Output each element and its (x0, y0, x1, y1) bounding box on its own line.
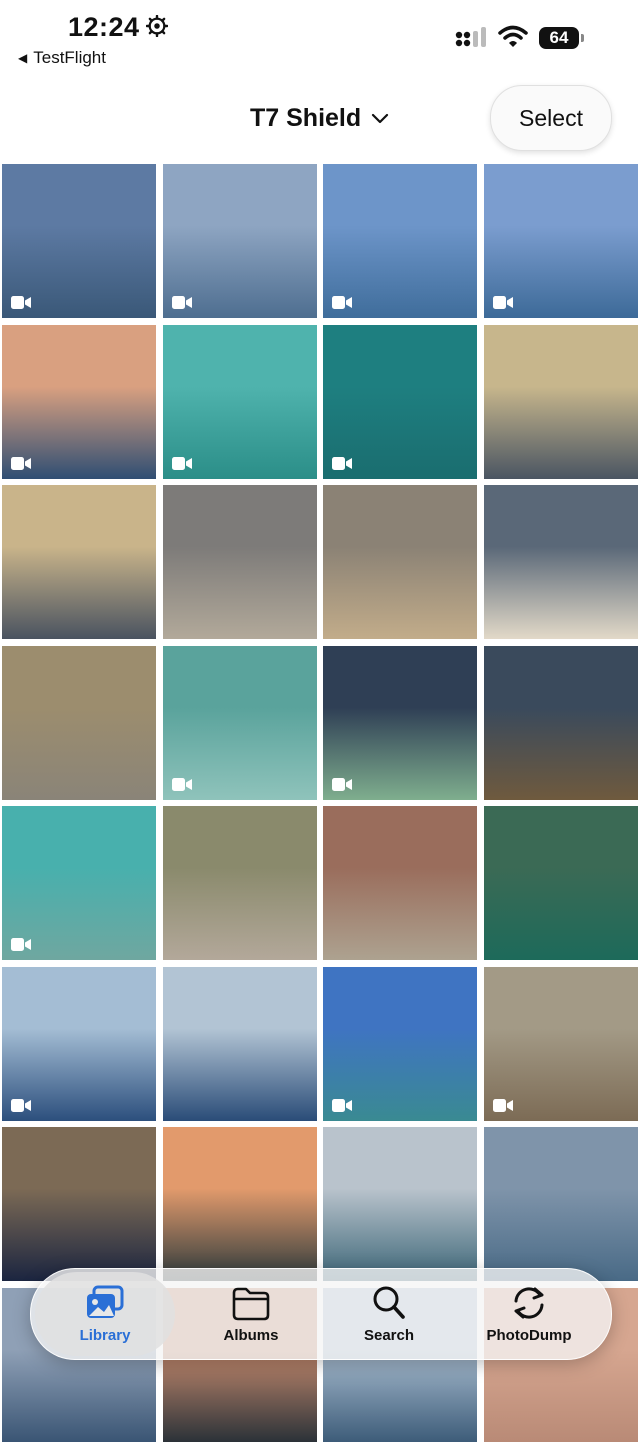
video-camera-icon (332, 1098, 352, 1112)
back-triangle-icon: ◀ (18, 51, 28, 65)
video-thumbnail[interactable] (162, 645, 317, 800)
tab-albums-label: Albums (223, 1327, 279, 1344)
tab-photodump[interactable]: PhotoDump (459, 1269, 599, 1359)
photo-thumbnail[interactable] (162, 806, 317, 960)
photo-thumbnail[interactable] (483, 1127, 638, 1281)
video-thumbnail[interactable] (2, 806, 156, 960)
photo-thumbnail[interactable] (323, 1127, 477, 1281)
battery-level: 64 (549, 28, 569, 47)
video-camera-icon (171, 456, 192, 470)
photo-thumbnail[interactable] (162, 1127, 317, 1281)
video-camera-icon (11, 1098, 31, 1112)
video-thumbnail[interactable] (323, 966, 477, 1121)
wifi-icon (498, 25, 528, 47)
photo-thumbnail[interactable] (2, 485, 156, 639)
tab-library[interactable]: Library (35, 1272, 175, 1356)
video-camera-icon (171, 296, 192, 309)
tab-search[interactable]: Search (319, 1269, 459, 1359)
photo-thumbnail[interactable] (483, 324, 638, 479)
photo-thumbnail[interactable] (323, 485, 477, 639)
video-camera-icon (11, 456, 31, 470)
clock: 12:24 (68, 12, 140, 42)
tab-photodump-label: PhotoDump (486, 1327, 572, 1344)
navigation-header: T7 Shield Select (0, 80, 640, 158)
sync-icon (514, 1287, 544, 1319)
chevron-down-icon (372, 113, 389, 124)
tab-search-label: Search (363, 1327, 415, 1344)
photo-library-icon (87, 1285, 124, 1318)
video-camera-icon (171, 777, 192, 791)
video-camera-icon (11, 938, 31, 951)
photo-thumbnail[interactable] (483, 485, 638, 639)
video-thumbnail[interactable] (323, 645, 477, 800)
video-camera-icon (332, 456, 352, 470)
folder-icon (232, 1287, 270, 1321)
search-icon (373, 1286, 405, 1319)
status-bar: 12:24 ◀ TestFlight 64 (0, 0, 640, 78)
tab-bar: Library Albums Search PhotoDump (30, 1268, 612, 1360)
battery-indicator: 64 (539, 27, 585, 49)
video-camera-icon (492, 1098, 513, 1112)
back-to-app-link[interactable]: ◀ TestFlight (18, 48, 106, 68)
page-title: T7 Shield (250, 103, 362, 132)
video-thumbnail[interactable] (162, 324, 317, 479)
video-thumbnail[interactable] (2, 324, 156, 479)
video-camera-icon (332, 296, 352, 309)
photo-thumbnail[interactable] (162, 485, 317, 639)
select-button[interactable]: Select (490, 85, 612, 151)
video-thumbnail[interactable] (483, 164, 638, 318)
video-camera-icon (11, 296, 31, 309)
photo-thumbnail[interactable] (2, 1127, 156, 1281)
drive-selector[interactable]: T7 Shield (250, 100, 389, 136)
tab-albums[interactable]: Albums (181, 1269, 321, 1359)
video-thumbnail[interactable] (323, 164, 477, 318)
gear-icon (146, 15, 168, 37)
back-app-label: TestFlight (33, 48, 106, 67)
photo-thumbnail[interactable] (483, 645, 638, 800)
video-thumbnail[interactable] (323, 324, 477, 479)
video-thumbnail[interactable] (2, 164, 156, 318)
video-camera-icon (492, 296, 513, 309)
video-thumbnail[interactable] (162, 164, 317, 318)
video-camera-icon (332, 777, 352, 791)
video-thumbnail[interactable] (483, 966, 638, 1121)
photo-thumbnail[interactable] (483, 806, 638, 960)
tab-library-label: Library (79, 1327, 131, 1344)
cellular-signal-icon (455, 27, 486, 47)
photo-thumbnail[interactable] (162, 966, 317, 1121)
photo-thumbnail[interactable] (2, 645, 156, 800)
video-thumbnail[interactable] (2, 966, 156, 1121)
photo-thumbnail[interactable] (323, 806, 477, 960)
